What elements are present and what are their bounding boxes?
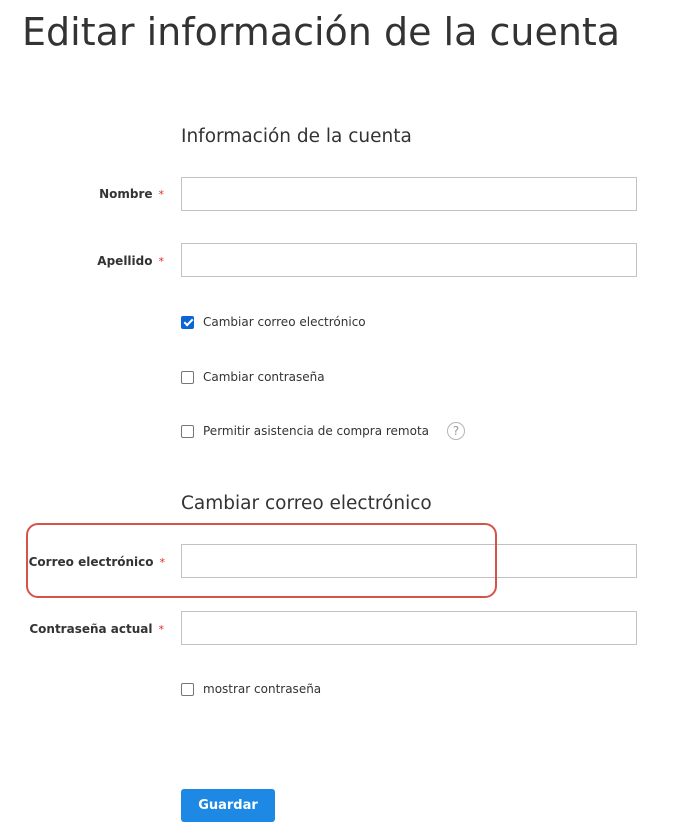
required-mark: * [158,623,165,636]
last-name-label-text: Apellido [97,254,153,268]
change-password-checkbox[interactable] [181,370,194,384]
email-label: Correo electrónico * [29,554,165,571]
change-email-checkbox[interactable] [181,315,194,329]
remote-assistance-option[interactable]: Permitir asistencia de compra remota ? [181,422,466,440]
required-mark: * [158,255,165,268]
email-label-text: Correo electrónico [28,555,154,569]
show-password-option[interactable]: mostrar contraseña [181,681,321,697]
save-button[interactable]: Guardar [181,789,275,822]
first-name-label: Nombre * [99,186,164,203]
first-name-label-text: Nombre [99,187,153,201]
change-email-section-title: Cambiar correo electrónico [181,493,432,514]
change-password-option-label[interactable]: Cambiar contraseña [203,370,325,384]
required-mark: * [159,556,166,569]
current-password-label-text: Contraseña actual [29,622,153,636]
first-name-input[interactable] [181,177,637,211]
show-password-option-label[interactable]: mostrar contraseña [203,682,321,696]
change-password-option[interactable]: Cambiar contraseña [181,369,325,385]
change-email-option[interactable]: Cambiar correo electrónico [181,314,366,330]
page-title: Editar información de la cuenta [22,10,621,54]
help-icon[interactable]: ? [447,422,466,440]
email-input[interactable] [181,544,637,578]
remote-assistance-option-label[interactable]: Permitir asistencia de compra remota [203,424,429,438]
account-info-section-title: Información de la cuenta [181,126,412,147]
last-name-input[interactable] [181,243,637,277]
last-name-label: Apellido * [97,253,164,270]
change-email-option-label[interactable]: Cambiar correo electrónico [203,315,366,329]
show-password-checkbox[interactable] [181,682,194,696]
current-password-input[interactable] [181,611,637,645]
remote-assistance-checkbox[interactable] [181,424,194,438]
current-password-label: Contraseña actual * [29,621,164,638]
required-mark: * [158,188,165,201]
